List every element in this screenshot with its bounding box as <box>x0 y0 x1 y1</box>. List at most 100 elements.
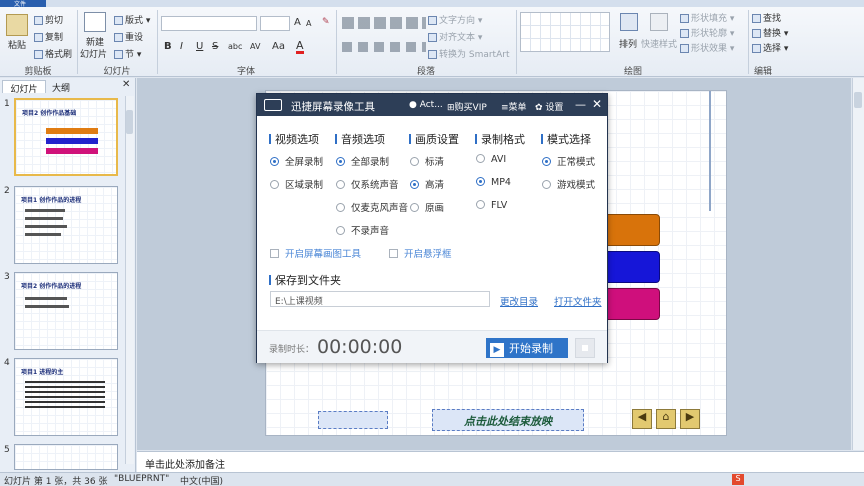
radio-format-avi[interactable]: AVI <box>476 154 506 165</box>
font-size-combo[interactable] <box>260 16 290 31</box>
smartart-button[interactable]: 转换为 SmartArt <box>428 47 509 60</box>
shape-fill-button[interactable]: 形状填充 ▾ <box>680 11 734 24</box>
mode-heading: 模式选择 <box>541 131 591 147</box>
save-folder-heading: 保存到文件夹 <box>269 272 341 288</box>
arrange-label[interactable]: 排列 <box>619 37 637 50</box>
select-button[interactable]: 选择 ▾ <box>752 41 788 54</box>
radio-format-mp4[interactable]: MP4 <box>476 177 511 188</box>
menu-button[interactable]: ≡菜单 <box>501 100 527 113</box>
pane-scrollbar[interactable] <box>125 96 134 464</box>
brush-icon <box>34 50 43 59</box>
paste-label[interactable]: 粘贴 <box>8 38 26 51</box>
start-record-button[interactable]: ▶ 开始录制 <box>486 338 568 358</box>
radio-audio-mic[interactable]: 仅麦克风声音 <box>336 200 408 214</box>
quick-styles-label[interactable]: 快速样式 <box>641 37 677 50</box>
dialog-title: 迅捷屏幕录像工具 <box>291 101 375 113</box>
radio-fullscreen[interactable]: 全屏录制 <box>270 154 323 168</box>
slide-thumb-1[interactable]: 项目2 创作作品基础 <box>14 98 118 176</box>
radio-audio-system[interactable]: 仅系统声音 <box>336 177 399 191</box>
minimize-icon[interactable]: — <box>575 98 586 111</box>
user-icon: ● <box>409 100 420 110</box>
open-folder-link[interactable]: 打开文件夹 <box>554 294 602 308</box>
copy-button[interactable]: 复制 <box>34 30 63 43</box>
close-icon[interactable]: ✕ <box>592 97 602 111</box>
notes-pane[interactable]: 单击此处添加备注 <box>137 451 864 472</box>
radio-region[interactable]: 区域录制 <box>270 177 323 191</box>
align-text-button[interactable]: 对齐文本 ▾ <box>428 30 482 43</box>
tab-outline[interactable]: 大纲 <box>46 80 76 94</box>
slide-thumb-5[interactable] <box>14 444 118 470</box>
section-button[interactable]: 节 ▾ <box>114 47 141 60</box>
shadow-button[interactable]: abc <box>228 42 242 51</box>
pane-scroll-thumb[interactable] <box>126 110 133 134</box>
radio-quality-hd[interactable]: 高清 <box>410 177 444 191</box>
account-button[interactable]: ● Act... <box>409 100 443 110</box>
reset-icon <box>114 33 123 42</box>
shape-outline-button[interactable]: 形状轮廓 ▾ <box>680 26 734 39</box>
slide-thumb-3[interactable]: 项目2 创作作品的进程 <box>14 272 118 350</box>
clear-format-icon[interactable]: ✎ <box>322 17 330 27</box>
new-slide-label2[interactable]: 幻灯片 <box>80 47 107 60</box>
slide-thumb-2[interactable]: 项目1 创作作品的进程 <box>14 186 118 264</box>
layout-button[interactable]: 版式 ▾ <box>114 13 150 26</box>
effects-icon <box>680 44 689 53</box>
arrange-icon[interactable] <box>620 13 638 31</box>
radio-mode-game[interactable]: 游戏模式 <box>542 177 595 191</box>
recorder-logo-icon <box>264 99 282 111</box>
new-slide-icon[interactable] <box>84 12 106 32</box>
list-buttons[interactable] <box>342 17 426 29</box>
checkbox-draw-tool[interactable]: 开启屏幕画图工具 <box>270 246 361 260</box>
home-button[interactable]: ⌂ <box>656 409 676 429</box>
radio-audio-none[interactable]: 不录声音 <box>336 223 389 237</box>
save-path-input[interactable]: E:\上课视频 <box>270 291 490 307</box>
strikethrough-button[interactable]: S <box>212 41 218 52</box>
radio-format-flv[interactable]: FLV <box>476 200 507 211</box>
font-name-combo[interactable] <box>161 16 257 31</box>
paste-icon[interactable] <box>6 14 28 36</box>
underline-button[interactable]: U <box>196 41 203 52</box>
language: 中文(中国) <box>180 477 224 486</box>
checkbox-float-window[interactable]: 开启悬浮框 <box>389 246 452 260</box>
radio-audio-all[interactable]: 全部录制 <box>336 154 389 168</box>
buy-vip-button[interactable]: ⊞购买VIP <box>447 100 487 113</box>
prev-slide-button[interactable]: ◀ <box>632 409 652 429</box>
align-buttons[interactable] <box>342 42 426 52</box>
reset-button[interactable]: 重设 <box>114 30 143 43</box>
text-direction-button[interactable]: 文字方向 ▾ <box>428 13 482 26</box>
change-case-button[interactable]: Aa <box>272 41 285 52</box>
radio-quality-original[interactable]: 原画 <box>410 200 444 214</box>
slide-thumb-4[interactable]: 项目1 进程的主 <box>14 358 118 436</box>
cut-button[interactable]: 剪切 <box>34 13 63 26</box>
canvas-scroll-thumb[interactable] <box>854 92 862 108</box>
change-directory-link[interactable]: 更改目录 <box>500 294 538 308</box>
grow-font-button[interactable]: A <box>294 17 301 28</box>
close-pane-icon[interactable]: ✕ <box>122 79 130 90</box>
group-label-drawing: 绘图 <box>623 67 642 77</box>
tab-file[interactable]: 文件 <box>0 0 46 8</box>
shape-effects-button[interactable]: 形状效果 ▾ <box>680 41 734 54</box>
next-slide-button[interactable]: ▶ <box>680 409 700 429</box>
shrink-font-button[interactable]: A <box>306 19 311 28</box>
radio-mode-normal[interactable]: 正常模式 <box>542 154 595 168</box>
font-color-button[interactable]: A <box>296 40 304 54</box>
stop-button[interactable] <box>575 338 595 358</box>
tab-slides[interactable]: 幻灯片 <box>2 80 46 95</box>
thumb-number: 3 <box>4 272 10 282</box>
quick-styles-icon[interactable] <box>650 13 668 31</box>
group-label-clipboard: 剪贴板 <box>24 67 52 77</box>
find-button[interactable]: 查找 <box>752 11 781 24</box>
separator <box>748 10 749 74</box>
canvas-scrollbar[interactable] <box>852 78 864 450</box>
italic-button[interactable]: I <box>180 41 183 52</box>
settings-button[interactable]: ✿ 设置 <box>535 100 563 113</box>
replace-button[interactable]: 替换 ▾ <box>752 26 788 39</box>
radio-quality-sd[interactable]: 标清 <box>410 154 444 168</box>
dialog-titlebar[interactable]: 迅捷屏幕录像工具 ● Act... ⊞购买VIP ≡菜单 ✿ 设置 — ✕ <box>257 94 607 116</box>
format-painter-button[interactable]: 格式刷 <box>34 47 72 60</box>
char-spacing-button[interactable]: AV <box>250 42 260 51</box>
bold-button[interactable]: B <box>164 41 172 52</box>
shapes-gallery[interactable] <box>520 12 610 52</box>
ime-icon[interactable]: S <box>732 474 744 485</box>
end-show-text[interactable]: 点击此处结束放映 <box>432 409 584 431</box>
outline-icon <box>680 29 689 38</box>
